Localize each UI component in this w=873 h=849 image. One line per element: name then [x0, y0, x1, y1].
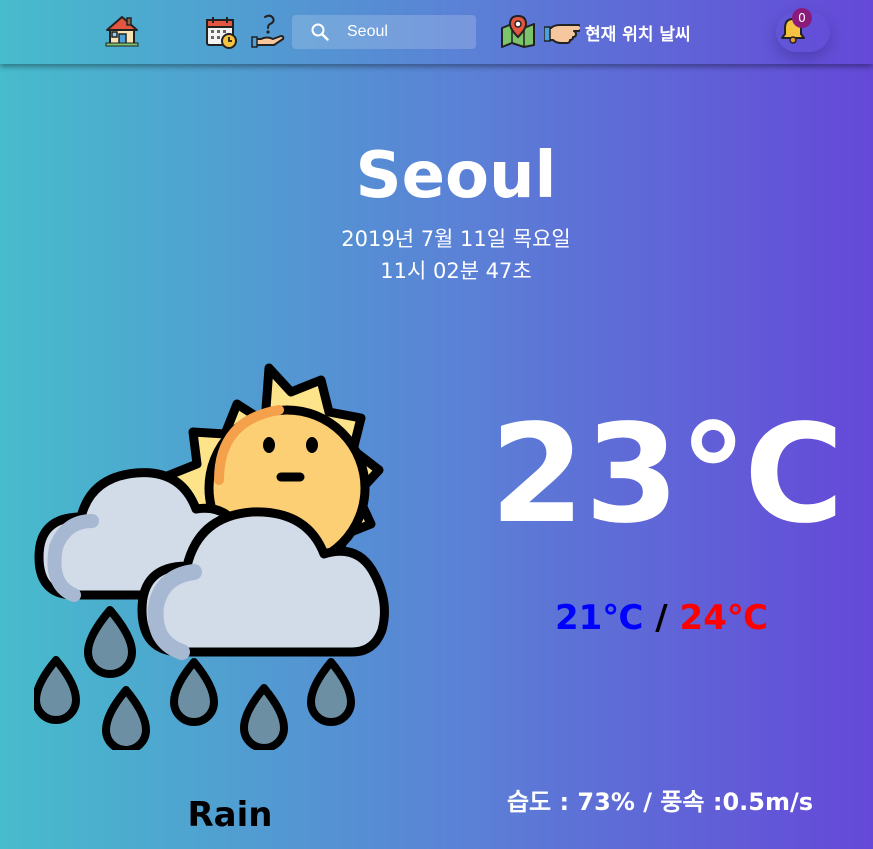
min-temperature: 21℃	[554, 598, 644, 638]
current-temperature: 23℃	[490, 396, 844, 554]
pointing-hand-icon	[543, 19, 582, 49]
notification-count-badge: 0	[792, 8, 812, 28]
house-icon[interactable]	[105, 14, 139, 52]
min-max-temperature: 21℃ / 24℃	[490, 596, 833, 640]
search-bar	[292, 15, 476, 49]
current-time: 11시 02분 47초	[380, 259, 532, 283]
city-name: Seoul	[355, 139, 557, 213]
weather-condition: Rain	[187, 795, 273, 835]
search-icon[interactable]	[311, 23, 329, 45]
sun-cloud-rain-icon	[32, 360, 434, 754]
temperature-separator: /	[643, 598, 680, 638]
help-hand-icon[interactable]	[251, 13, 287, 53]
map-pin-icon[interactable]	[500, 14, 536, 52]
top-navbar: 현재 위치 날씨 0	[0, 0, 873, 64]
humidity-wind-details: 습도 : 73% / 풍속 :0.5m/s	[506, 788, 814, 816]
max-temperature: 24℃	[679, 598, 769, 638]
search-input[interactable]	[347, 21, 467, 43]
calendar-icon[interactable]	[204, 15, 238, 53]
current-date: 2019년 7월 11일 목요일	[341, 227, 571, 251]
current-location-label: 현재 위치 날씨	[585, 25, 691, 45]
